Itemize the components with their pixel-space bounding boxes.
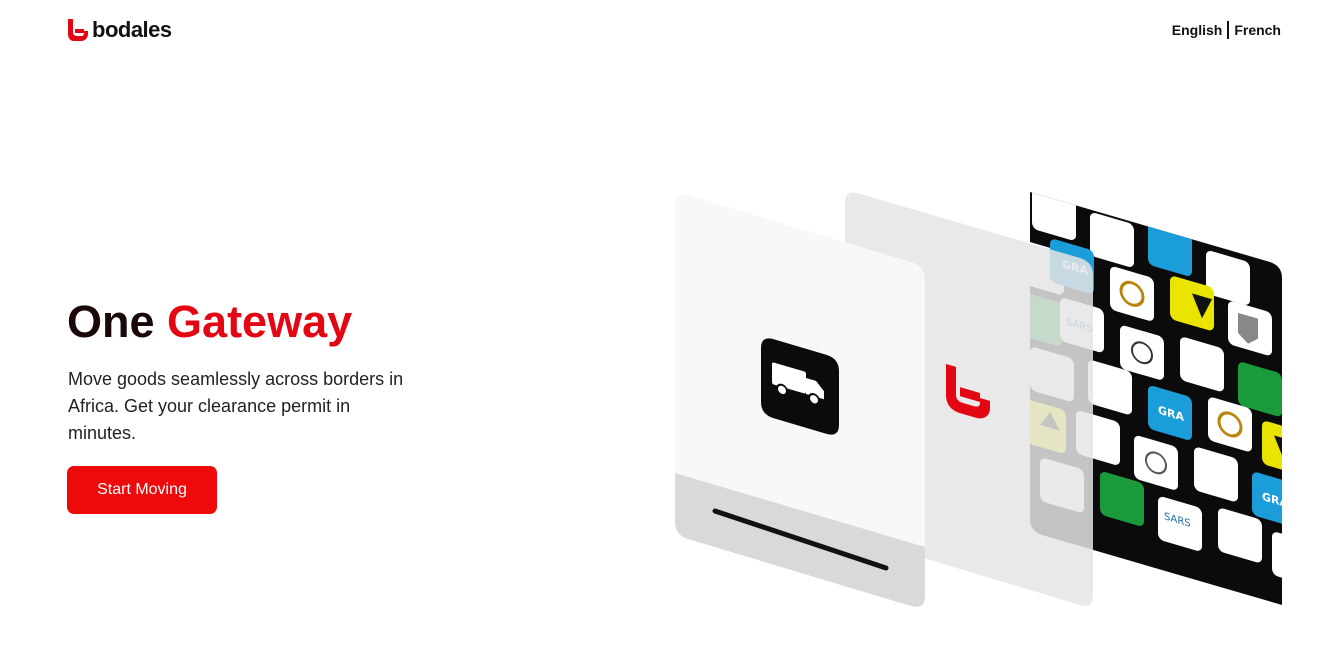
- hero-title: One Gateway: [67, 294, 352, 350]
- language-english-link[interactable]: English: [1172, 22, 1223, 38]
- bodales-logo[interactable]: bodales: [67, 18, 172, 42]
- truck-card: [675, 194, 925, 607]
- hero-subtitle: Move goods seamlessly across borders in …: [68, 369, 404, 443]
- hero-illustration: GRA GRA GRA SARS SARS: [675, 192, 1282, 607]
- language-divider: [1227, 21, 1230, 39]
- language-switcher: English French: [1172, 21, 1281, 39]
- hero-title-part1: One: [67, 296, 155, 347]
- brand-name: bodales: [92, 17, 172, 42]
- bodales-logo-icon: [68, 19, 88, 41]
- language-french-link[interactable]: French: [1234, 22, 1281, 38]
- hero-title-accent: Gateway: [167, 296, 353, 347]
- start-moving-button[interactable]: Start Moving: [67, 466, 217, 514]
